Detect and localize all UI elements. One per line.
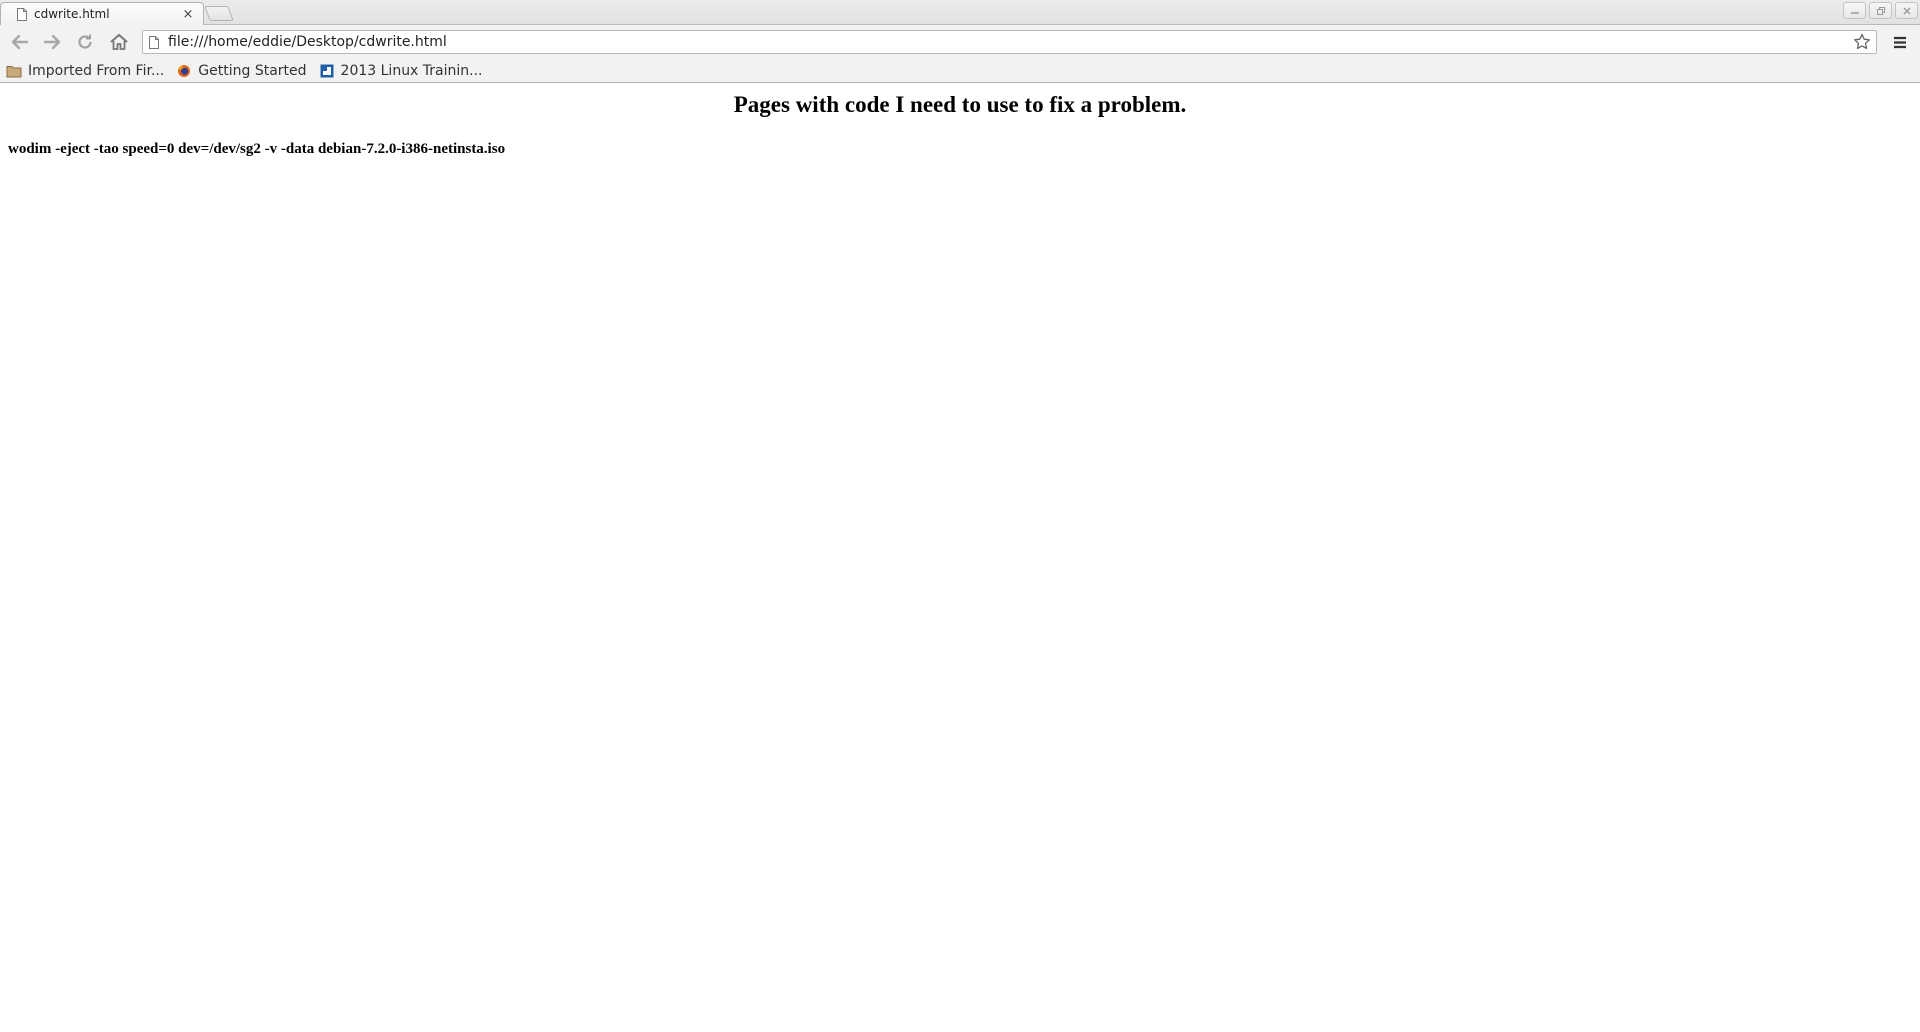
bookmark-star-icon[interactable] bbox=[1850, 31, 1874, 53]
page-icon bbox=[149, 35, 159, 49]
back-button[interactable] bbox=[7, 31, 33, 53]
bookmark-imported-folder[interactable]: Imported From Fir... bbox=[6, 60, 164, 82]
command-line-text: wodim -eject -tao speed=0 dev=/dev/sg2 -… bbox=[8, 141, 506, 157]
site-favicon-icon bbox=[319, 63, 335, 79]
tab-title: cdwrite.html bbox=[34, 7, 110, 21]
hamburger-menu-icon bbox=[1894, 36, 1906, 48]
bookmark-getting-started[interactable]: Getting Started bbox=[176, 60, 307, 82]
url-input[interactable] bbox=[168, 32, 1850, 52]
tab-cdwrite[interactable]: cdwrite.html × bbox=[0, 2, 204, 25]
back-arrow-icon bbox=[11, 34, 29, 50]
page-viewport: Pages with code I need to use to fix a p… bbox=[0, 83, 1920, 1032]
home-icon bbox=[110, 33, 128, 50]
close-window-icon[interactable] bbox=[1895, 2, 1918, 19]
menu-button[interactable] bbox=[1886, 31, 1914, 53]
window-controls bbox=[1843, 2, 1918, 19]
minimize-icon[interactable] bbox=[1843, 2, 1866, 19]
home-button[interactable] bbox=[106, 31, 132, 53]
page-icon bbox=[17, 7, 27, 21]
forward-button[interactable] bbox=[39, 31, 65, 53]
forward-arrow-icon bbox=[43, 34, 61, 50]
bookmark-label: Imported From Fir... bbox=[28, 62, 165, 79]
tab-strip: cdwrite.html × bbox=[0, 0, 1920, 25]
page-heading: Pages with code I need to use to fix a p… bbox=[733, 92, 1187, 117]
address-bar[interactable] bbox=[142, 30, 1877, 54]
browser-toolbar bbox=[0, 25, 1920, 59]
new-tab-button[interactable] bbox=[204, 6, 234, 21]
folder-icon bbox=[6, 63, 22, 79]
bookmark-label: 2013 Linux Trainin... bbox=[340, 62, 483, 79]
bookmark-linux-training[interactable]: 2013 Linux Trainin... bbox=[319, 60, 483, 82]
reload-button[interactable] bbox=[72, 31, 98, 53]
reload-icon bbox=[78, 34, 92, 49]
restore-icon[interactable] bbox=[1869, 2, 1892, 19]
close-tab-icon[interactable]: × bbox=[179, 5, 197, 23]
bookmarks-bar: Imported From Fir... Getting Started 201… bbox=[0, 59, 1920, 83]
bookmark-label: Getting Started bbox=[198, 62, 307, 79]
firefox-icon bbox=[176, 63, 192, 79]
